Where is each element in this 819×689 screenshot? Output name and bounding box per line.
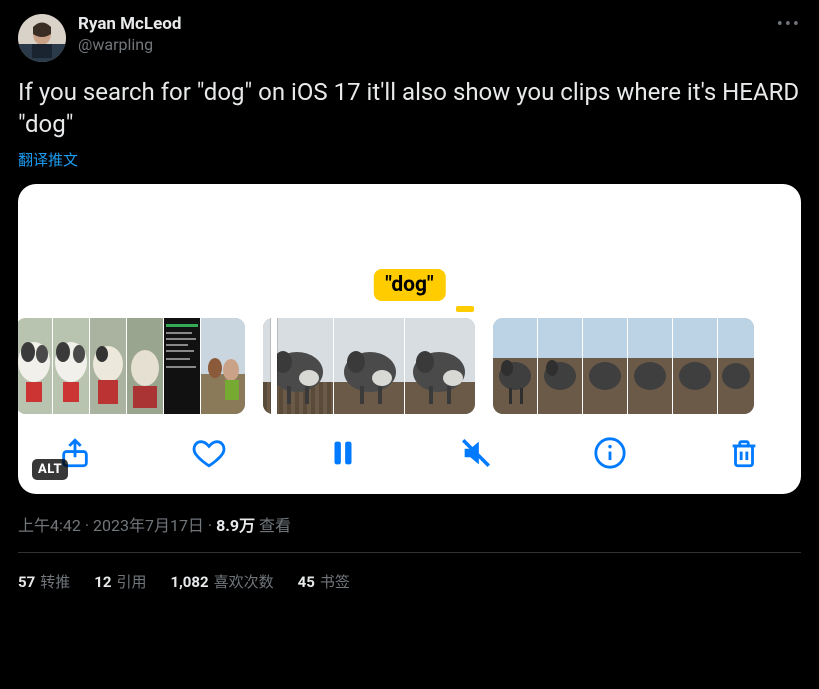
meta-time: 上午4:42 bbox=[18, 516, 81, 535]
clip-group[interactable] bbox=[18, 318, 245, 414]
tweet-meta[interactable]: 上午4:42 · 2023年7月17日 · 8.9万 查看 bbox=[18, 512, 801, 536]
tweet-stats: 57转推 12引用 1,082喜欢次数 45书签 bbox=[18, 553, 801, 592]
heart-icon[interactable] bbox=[192, 436, 226, 470]
media-inner: "dog" bbox=[18, 184, 801, 494]
stat-bookmarks[interactable]: 45书签 bbox=[298, 571, 350, 592]
clip-group[interactable] bbox=[493, 318, 754, 414]
tweet-header: Ryan McLeod @warpling ••• bbox=[18, 14, 801, 62]
clip-thumb bbox=[18, 318, 52, 414]
translate-link[interactable]: 翻译推文 bbox=[18, 149, 78, 170]
mute-icon[interactable] bbox=[459, 436, 493, 470]
caption-tick bbox=[456, 306, 474, 312]
playhead[interactable] bbox=[271, 318, 277, 414]
pause-icon[interactable] bbox=[326, 436, 360, 470]
views-count: 8.9万 bbox=[216, 516, 255, 535]
more-icon[interactable]: ••• bbox=[777, 14, 801, 35]
alt-badge[interactable]: ALT bbox=[32, 459, 68, 480]
author-names[interactable]: Ryan McLeod @warpling bbox=[78, 14, 181, 55]
clip-thumb bbox=[583, 318, 627, 414]
info-icon[interactable] bbox=[593, 436, 627, 470]
clip-thumb bbox=[493, 318, 537, 414]
clip-thumb bbox=[405, 318, 475, 414]
stat-retweets[interactable]: 57转推 bbox=[18, 571, 70, 592]
stat-likes[interactable]: 1,082喜欢次数 bbox=[170, 571, 273, 592]
clip-thumb bbox=[164, 318, 200, 414]
clip-thumb bbox=[90, 318, 126, 414]
clip-thumb bbox=[53, 318, 89, 414]
media-card[interactable]: "dog" bbox=[18, 184, 801, 494]
stat-quotes[interactable]: 12引用 bbox=[94, 571, 146, 592]
trash-icon[interactable] bbox=[727, 436, 761, 470]
video-timeline[interactable] bbox=[18, 318, 801, 414]
clip-thumb bbox=[538, 318, 582, 414]
clip-thumb bbox=[201, 318, 245, 414]
clip-thumb bbox=[673, 318, 717, 414]
caption-badge: "dog" bbox=[373, 269, 445, 301]
views-label: 查看 bbox=[255, 516, 291, 535]
avatar[interactable] bbox=[18, 14, 66, 62]
clip-thumb bbox=[718, 318, 754, 414]
handle: @warpling bbox=[78, 35, 181, 55]
tweet-text: If you search for "dog" on iOS 17 it'll … bbox=[18, 76, 801, 141]
tweet-container: Ryan McLeod @warpling ••• If you search … bbox=[0, 0, 819, 592]
clip-group-active[interactable] bbox=[263, 318, 475, 414]
media-toolbar bbox=[18, 414, 801, 494]
clip-thumb bbox=[628, 318, 672, 414]
clip-thumb bbox=[334, 318, 404, 414]
meta-date: 2023年7月17日 bbox=[93, 516, 204, 535]
display-name: Ryan McLeod bbox=[78, 14, 181, 35]
clip-thumb bbox=[127, 318, 163, 414]
